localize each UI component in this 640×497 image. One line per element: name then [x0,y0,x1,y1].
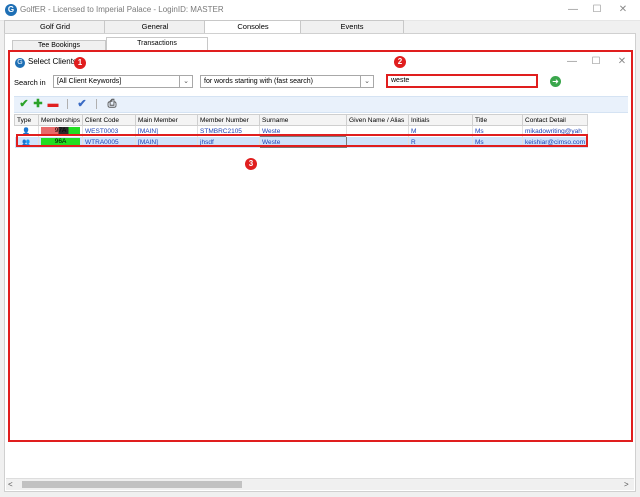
chevron-down-icon: ⌄ [179,76,192,87]
app-title: GolfER - Licensed to Imperial Palace - L… [20,5,224,14]
search-go-button[interactable]: ➜ [550,76,561,87]
app-logo-icon: G [5,4,17,16]
add-client-icon[interactable]: ✚ [32,98,44,110]
minimize-button[interactable]: — [564,3,582,17]
subtab-transactions[interactable]: Transactions [106,37,208,50]
annotation-badge-3: 3 [245,158,257,170]
scroll-left-icon[interactable]: < [8,480,13,489]
horizontal-scrollbar[interactable]: < > [6,478,634,490]
select-check-icon[interactable]: ✔ [18,98,30,110]
dialog-close-button[interactable]: ✕ [613,55,631,69]
annotation-badge-2: 2 [394,56,406,68]
search-mode-dropdown[interactable]: for words starting with (fast search) ⌄ [200,75,374,88]
scroll-right-icon[interactable]: > [624,480,629,489]
column-header-member-number[interactable]: Member Number [197,114,261,126]
search-in-value: [All Client Keywords] [57,78,122,85]
search-mode-value: for words starting with (fast search) [204,78,313,85]
tab-events[interactable]: Events [300,20,404,33]
dialog-minimize-button[interactable]: — [563,55,581,69]
tab-consoles[interactable]: Consoles [204,20,302,33]
remove-client-icon[interactable]: ▬ [47,98,59,110]
column-header-main-member[interactable]: Main Member [135,114,199,126]
scroll-thumb[interactable] [22,481,242,488]
toolbar-divider [67,99,68,109]
column-header-initials[interactable]: Initials [408,114,474,126]
dialog-maximize-button[interactable]: ☐ [587,55,605,69]
search-input[interactable]: weste [386,74,538,88]
chevron-down-icon: ⌄ [360,76,373,87]
tab-golf-grid[interactable]: Golf Grid [4,20,106,33]
tab-general[interactable]: General [104,20,206,33]
annotation-badge-1: 1 [74,57,86,69]
grid-header-row: Type Memberships Client Code Main Member… [14,114,589,126]
maximize-button[interactable]: ☐ [588,3,606,17]
app-titlebar: G GolfER - Licensed to Imperial Palace -… [0,0,640,21]
column-header-surname[interactable]: Surname [259,114,348,126]
search-in-label: Search in [14,78,46,87]
select-clients-dialog: G Select Clients 1 2 — ☐ ✕ Search in [Al… [8,50,633,442]
dialog-title: Select Clients [28,57,77,66]
selected-row-highlight [16,134,588,147]
toolbar-divider [96,99,97,109]
search-in-dropdown[interactable]: [All Client Keywords] ⌄ [53,75,193,88]
check-all-icon[interactable]: ✔ [76,98,88,110]
print-icon[interactable]: ⎙ [106,98,118,110]
column-header-type[interactable]: Type [14,114,39,126]
dialog-logo-icon: G [15,58,25,68]
main-tabs: Golf Grid General Consoles Events [0,20,640,33]
column-header-contact-detail[interactable]: Contact Detail [522,114,589,126]
column-header-title[interactable]: Title [472,114,524,126]
column-header-client-code[interactable]: Client Code [82,114,137,126]
column-header-memberships[interactable]: Memberships [37,114,84,126]
close-button[interactable]: ✕ [614,3,632,17]
grid-toolbar: ✔ ✚ ▬ ✔ ⎙ [14,96,628,113]
column-header-given-name[interactable]: Given Name / Alias [346,114,410,126]
